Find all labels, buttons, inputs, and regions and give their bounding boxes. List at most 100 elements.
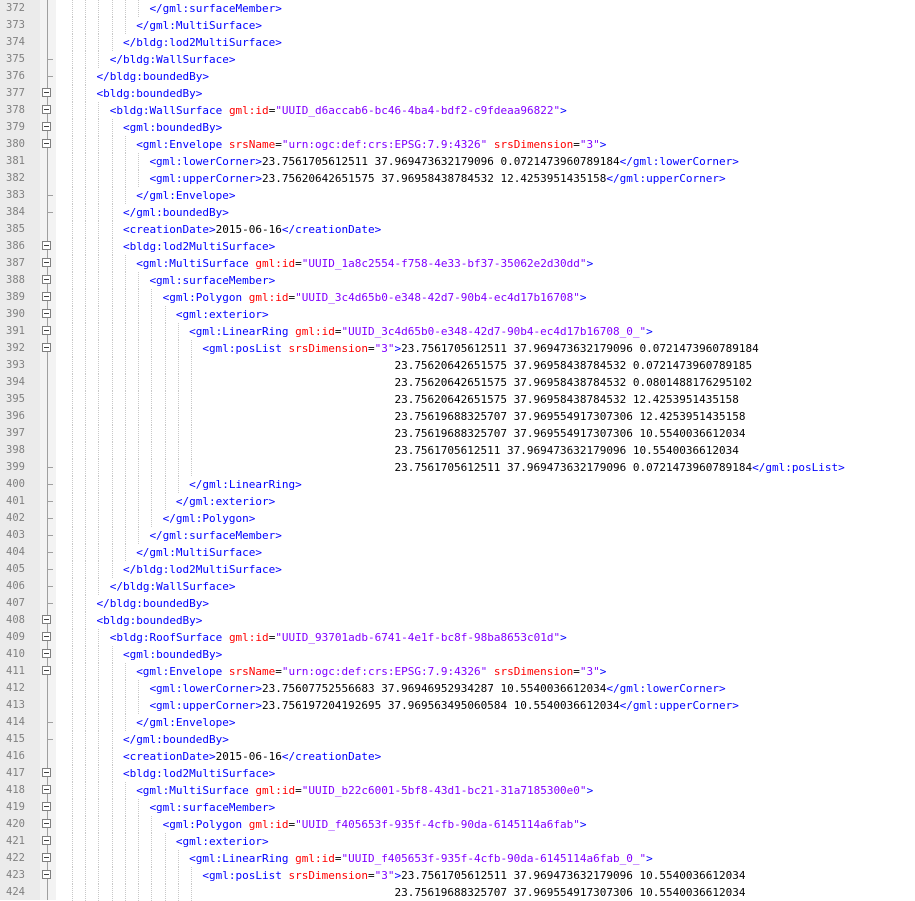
fold-toggle-icon[interactable] [42,836,51,845]
indent-guide [151,476,153,493]
code-line[interactable]: 401 </gml:exterior> [0,493,915,510]
fold-toggle-icon[interactable] [42,802,51,811]
line-number: 408 [6,614,25,626]
code-line[interactable]: 394 23.75620642651575 37.96958438784532 … [0,374,915,391]
code-line[interactable]: 413 <gml:upperCorner>23.756197204192695 3… [0,697,915,714]
indent-guide [98,34,100,51]
line-number: 387 [6,257,25,269]
code-line[interactable]: 380 <gml:Envelope srsName="urn:ogc:def:cr… [0,136,915,153]
fold-toggle-icon[interactable] [42,309,51,318]
fold-toggle-icon[interactable] [42,258,51,267]
code-line[interactable]: 423 <gml:posList srsDimension="3">23.7561… [0,867,915,884]
code-line[interactable]: 399 23.7561705612511 37.969473632179096 … [0,459,915,476]
fold-toggle-icon[interactable] [42,768,51,777]
code-line[interactable]: 424 23.75619688325707 37.969554917307306… [0,884,915,901]
indent-guide [111,272,113,289]
line-number: 421 [6,835,25,847]
code-line[interactable]: 412 <gml:lowerCorner>23.75607752556683 37… [0,680,915,697]
fold-toggle-icon[interactable] [42,241,51,250]
fold-toggle-icon[interactable] [42,649,51,658]
line-code: <bldg:WallSurface gml:id="UUID_d6accab6-… [110,102,567,119]
code-line[interactable]: 403 </gml:surfaceMember> [0,527,915,544]
xml-tag: <gml:MultiSurface [136,784,256,797]
code-line[interactable]: 385 <creationDate>2015-06-16</creationDat… [0,221,915,238]
code-line[interactable]: 384 </gml:boundedBy> [0,204,915,221]
fold-toggle-icon[interactable] [42,853,51,862]
code-line[interactable]: 398 23.7561705612511 37.969473632179096 … [0,442,915,459]
fold-toggle-icon[interactable] [42,666,51,675]
code-line[interactable]: 420 <gml:Polygon gml:id="UUID_f405653f-93… [0,816,915,833]
line-number: 396 [6,410,25,422]
code-line[interactable]: 408 <bldg:boundedBy> [0,612,915,629]
code-line[interactable]: 396 23.75619688325707 37.969554917307306… [0,408,915,425]
fold-toggle-icon[interactable] [42,275,51,284]
indent-guide [85,187,87,204]
code-line[interactable]: 422 <gml:LinearRing gml:id="UUID_f405653f… [0,850,915,867]
code-line[interactable]: 411 <gml:Envelope srsName="urn:ogc:def:cr… [0,663,915,680]
code-line[interactable]: 393 23.75620642651575 37.96958438784532 … [0,357,915,374]
indent-guide [98,408,100,425]
code-line[interactable]: 377 <bldg:boundedBy> [0,85,915,102]
code-line[interactable]: 410 <gml:boundedBy> [0,646,915,663]
indent-guide [138,289,140,306]
fold-toggle-icon[interactable] [42,122,51,131]
code-line[interactable]: 406 </bldg:WallSurface> [0,578,915,595]
code-line[interactable]: 418 <gml:MultiSurface gml:id="UUID_b22c60… [0,782,915,799]
code-line[interactable]: 405 </bldg:lod2MultiSurface> [0,561,915,578]
code-line[interactable]: 409 <bldg:RoofSurface gml:id="UUID_93701a… [0,629,915,646]
line-code: </gml:Polygon> [163,510,256,527]
fold-toggle-icon[interactable] [42,615,51,624]
code-line[interactable]: 415 </gml:boundedBy> [0,731,915,748]
xml-tag: > [560,104,567,117]
code-line[interactable]: 387 <gml:MultiSurface gml:id="UUID_1a8c25… [0,255,915,272]
code-line[interactable]: 421 <gml:exterior> [0,833,915,850]
indent-guide [72,731,73,748]
code-line[interactable]: 414 </gml:Envelope> [0,714,915,731]
code-line[interactable]: 391 <gml:LinearRing gml:id="UUID_3c4d65b0… [0,323,915,340]
code-line[interactable]: 374 </bldg:lod2MultiSurface> [0,34,915,51]
fold-toggle-icon[interactable] [42,326,51,335]
indent-guide [85,0,87,17]
code-line[interactable]: 379 <gml:boundedBy> [0,119,915,136]
code-editor[interactable]: 372 </gml:surfaceMember> 373 </gml:MultiSur… [0,0,915,901]
code-line[interactable]: 419 <gml:surfaceMember> [0,799,915,816]
indent-guide [124,833,126,850]
code-line[interactable]: 417 <bldg:lod2MultiSurface> [0,765,915,782]
indent-guide [177,323,179,340]
code-line[interactable]: 383 </gml:Envelope> [0,187,915,204]
fold-toggle-icon[interactable] [42,343,51,352]
code-line[interactable]: 407 </bldg:boundedBy> [0,595,915,612]
fold-toggle-icon[interactable] [42,632,51,641]
code-line[interactable]: 390 <gml:exterior> [0,306,915,323]
code-line[interactable]: 395 23.75620642651575 37.96958438784532 … [0,391,915,408]
code-line[interactable]: 375 </bldg:WallSurface> [0,51,915,68]
code-line[interactable]: 382 <gml:upperCorner>23.75620642651575 37… [0,170,915,187]
code-line[interactable]: 404 </gml:MultiSurface> [0,544,915,561]
code-line[interactable]: 372 </gml:surfaceMember> [0,0,915,17]
code-line[interactable]: 402 </gml:Polygon> [0,510,915,527]
code-line[interactable]: 373 </gml:MultiSurface> [0,17,915,34]
indent-guide [85,629,87,646]
indent-guide [85,51,87,68]
fold-toggle-icon[interactable] [42,870,51,879]
fold-toggle-icon[interactable] [42,292,51,301]
code-line[interactable]: 381 <gml:lowerCorner>23.7561705612511 37.… [0,153,915,170]
fold-toggle-icon[interactable] [42,819,51,828]
indent-guide [177,408,179,425]
xml-attribute-name: srsName [228,665,276,678]
code-line[interactable]: 378 <bldg:WallSurface gml:id="UUID_d6acca… [0,102,915,119]
fold-toggle-icon[interactable] [42,139,51,148]
fold-toggle-icon[interactable] [42,105,51,114]
code-line[interactable]: 376 </bldg:boundedBy> [0,68,915,85]
code-line[interactable]: 388 <gml:surfaceMember> [0,272,915,289]
code-line[interactable]: 392 <gml:posList srsDimension="3">23.7561… [0,340,915,357]
fold-toggle-icon[interactable] [42,785,51,794]
fold-toggle-icon[interactable] [42,88,51,97]
xml-text: 2015-06-16 [215,223,282,236]
code-line[interactable]: 386 <bldg:lod2MultiSurface> [0,238,915,255]
indent-guide [98,867,100,884]
code-line[interactable]: 389 <gml:Polygon gml:id="UUID_3c4d65b0-e3… [0,289,915,306]
code-line[interactable]: 397 23.75619688325707 37.969554917307306… [0,425,915,442]
code-line[interactable]: 416 <creationDate>2015-06-16</creationDat… [0,748,915,765]
code-line[interactable]: 400 </gml:LinearRing> [0,476,915,493]
